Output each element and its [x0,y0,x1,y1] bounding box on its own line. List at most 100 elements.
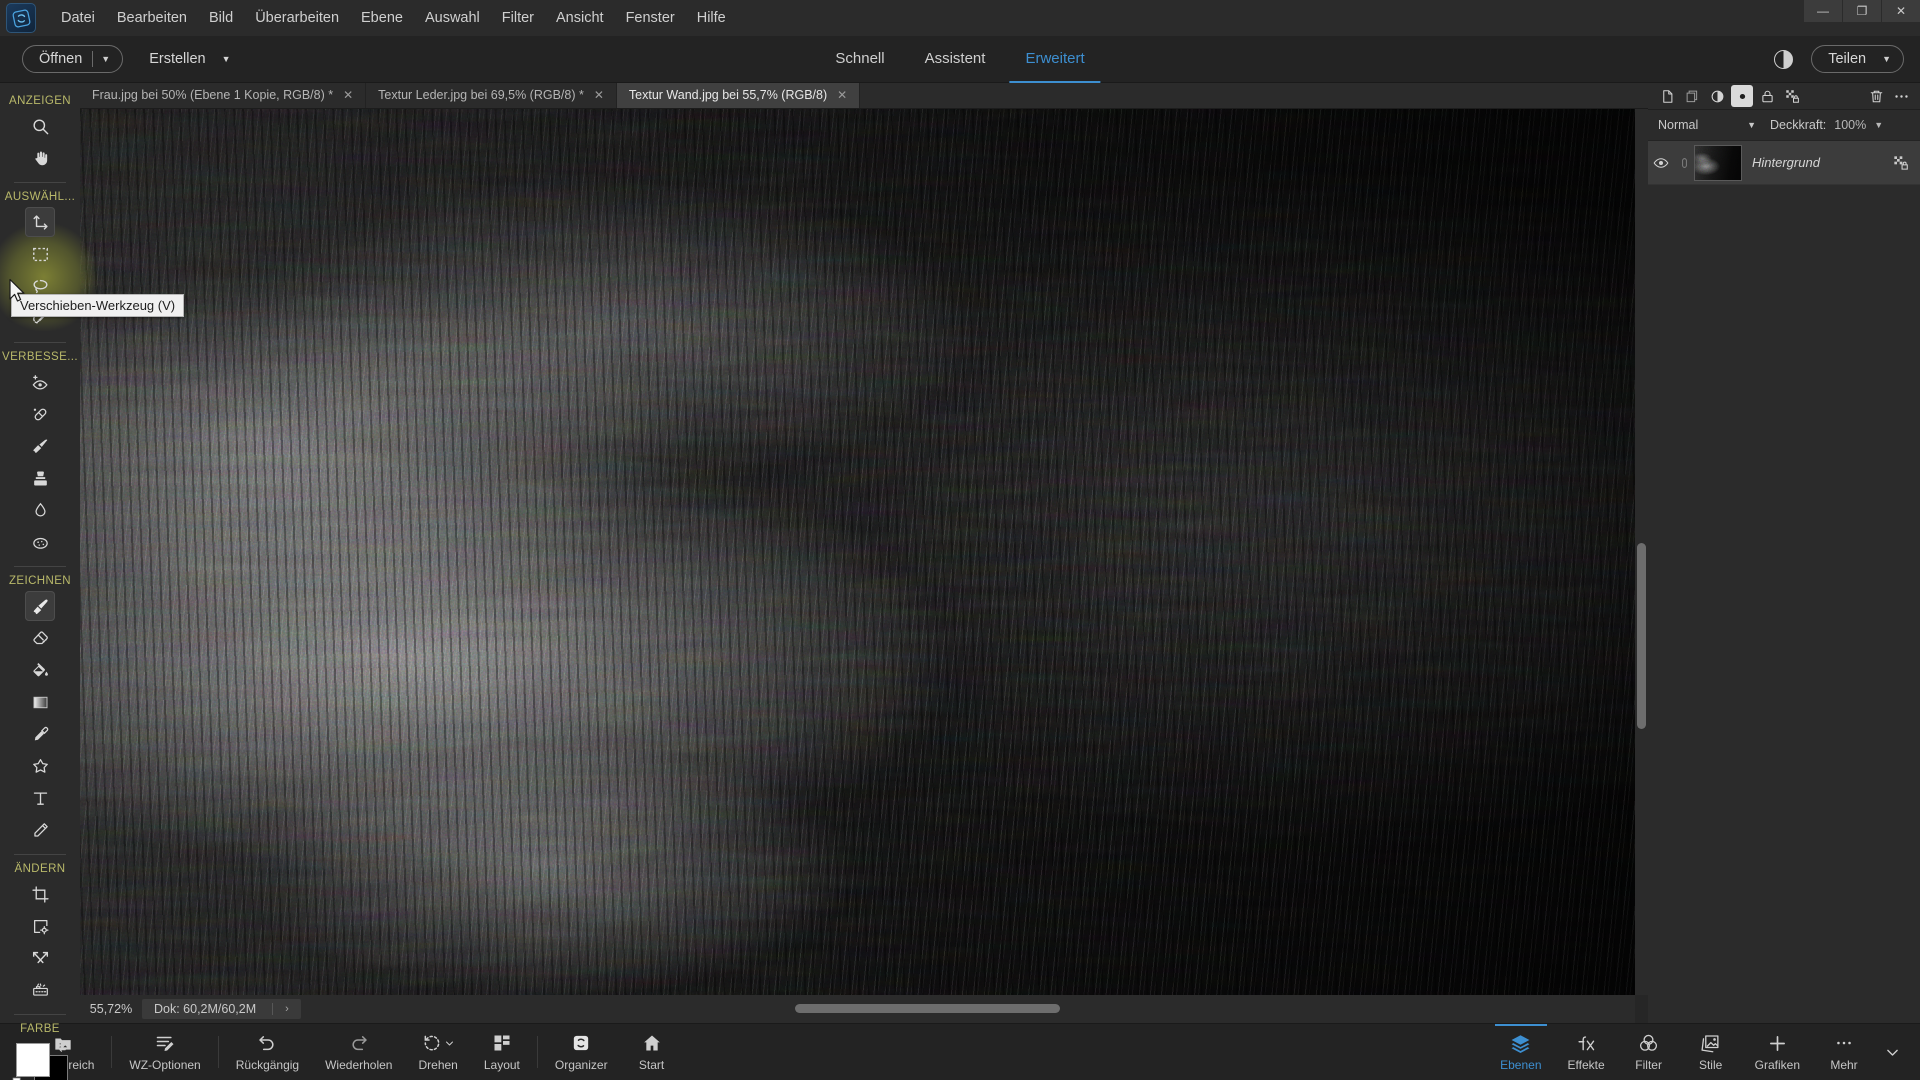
straighten-tool[interactable] [25,975,55,1005]
menu-auswahl[interactable]: Auswahl [414,4,491,32]
rectangular-marquee-tool[interactable] [25,239,55,269]
tools-group-anzeigen [0,111,80,173]
clone-stamp-tool[interactable] [25,463,55,493]
layer-thumbnail[interactable] [1694,144,1742,181]
brush-tool[interactable] [25,591,55,621]
close-button[interactable]: ✕ [1881,0,1920,22]
taskbar-item-drehen[interactable]: Drehen [405,1024,470,1080]
menu-filter[interactable]: Filter [491,4,545,32]
hand-tool[interactable] [25,143,55,173]
blend-mode-select[interactable]: Normal ▼ [1658,118,1756,132]
taskbar-item-grafiken[interactable]: Grafiken [1742,1024,1813,1080]
red-eye-removal-tool[interactable] [25,367,55,397]
duplicate-layer-icon[interactable] [1681,85,1703,107]
vertical-scrollbar-thumb[interactable] [1637,543,1646,730]
tools-divider [14,342,66,343]
taskbar-item-wz-optionen[interactable]: WZ-Optionen [116,1024,213,1080]
document-info[interactable]: Dok: 60,2M/60,2M › [142,999,301,1019]
taskbar-item-mehr[interactable]: Mehr [1813,1024,1875,1080]
menu-ebene[interactable]: Ebene [350,4,414,32]
layer-name[interactable]: Hintergrund [1752,155,1890,170]
close-icon[interactable]: ✕ [343,88,353,102]
lock-layer-icon[interactable] [1756,85,1778,107]
gradient-tool[interactable] [25,687,55,717]
half-moon-icon[interactable] [1774,49,1794,69]
main-area: ANZEIGEN AUSWÄHL... VERBESSE... ZEICHNEN… [0,82,1920,1080]
close-icon[interactable]: ✕ [594,88,604,102]
chevron-down-icon[interactable]: ▼ [93,54,122,64]
blend-mode-value: Normal [1658,118,1699,132]
layer-visibility-icon[interactable] [1648,155,1674,171]
document-tab-textur-wand[interactable]: Textur Wand.jpg bei 55,7% (RGB/8) ✕ [616,82,861,108]
close-icon[interactable]: ✕ [837,88,847,102]
create-button[interactable]: Erstellen ▼ [149,51,230,67]
paint-bucket-tool[interactable] [25,655,55,685]
open-button[interactable]: Öffnen ▼ [22,45,124,73]
new-layer-icon[interactable] [1656,85,1678,107]
share-button[interactable]: Teilen ▼ [1811,45,1904,73]
vertical-scrollbar[interactable] [1635,109,1648,995]
maximize-button[interactable]: ❐ [1842,0,1881,22]
delete-layer-icon[interactable] [1865,85,1887,107]
styles-icon [1700,1032,1721,1054]
undo-icon [257,1032,277,1054]
color-picker-tool[interactable] [25,719,55,749]
lock-transparency-icon[interactable] [1781,85,1803,107]
layer-mask-icon[interactable] [1731,85,1753,107]
eraser-tool[interactable] [25,623,55,653]
tools-group-verbessern [0,367,80,557]
blur-tool[interactable] [25,495,55,525]
document-tab-frau[interactable]: Frau.jpg bei 50% (Ebene 1 Kopie, RGB/8) … [80,82,367,108]
zoom-level[interactable]: 55,72% [80,995,142,1023]
taskbar-item-stile[interactable]: Stile [1680,1024,1742,1080]
taskbar-item-filter[interactable]: Filter [1618,1024,1680,1080]
taskbar-item-ebenen[interactable]: Ebenen [1487,1024,1554,1080]
type-tool[interactable] [25,783,55,813]
taskbar-item-effekte[interactable]: Effekte [1555,1024,1618,1080]
horizontal-scrollbar-thumb[interactable] [795,1004,1060,1013]
layers-panel: Normal ▼ Deckkraft: 100% ▼ Hintergrund [1648,83,1920,1023]
taskbar-item-start[interactable]: Start [621,1024,683,1080]
tab-erweitert[interactable]: Erweitert [1009,36,1101,83]
more-options-icon[interactable] [1890,85,1912,107]
menu-bearbeiten[interactable]: Bearbeiten [106,4,198,32]
zoom-tool[interactable] [25,111,55,141]
move-tool[interactable] [25,207,55,237]
pencil-tool[interactable] [25,815,55,845]
chevron-down-icon: ▼ [1882,54,1891,64]
adjustment-layer-icon[interactable] [1706,85,1728,107]
layer-link-icon[interactable] [1674,156,1694,170]
minimize-button[interactable]: — [1803,0,1842,22]
menu-fenster[interactable]: Fenster [615,4,686,32]
layer-row[interactable]: Hintergrund [1648,141,1920,185]
crop-tool[interactable] [25,879,55,909]
recompose-tool[interactable] [25,911,55,941]
menu-datei[interactable]: Datei [50,4,106,32]
chevron-right-icon[interactable]: › [272,1003,289,1015]
smart-brush-tool[interactable] [25,431,55,461]
tab-schnell[interactable]: Schnell [819,36,900,83]
taskbar-collapse-button[interactable] [1875,1024,1910,1080]
document-tab-textur-leder[interactable]: Textur Leder.jpg bei 69,5% (RGB/8) * ✕ [366,82,617,108]
image-canvas[interactable] [80,109,1635,995]
menu-ansicht[interactable]: Ansicht [545,4,615,32]
swap-colors-icon[interactable] [55,1041,68,1057]
taskbar-item-organizer[interactable]: Organizer [542,1024,621,1080]
fx-icon [1576,1032,1597,1054]
taskbar-item-wiederholen[interactable]: Wiederholen [312,1024,405,1080]
tab-assistent[interactable]: Assistent [909,36,1002,83]
custom-shape-tool[interactable] [25,751,55,781]
tools-divider [14,1014,66,1015]
menu-bild[interactable]: Bild [198,4,244,32]
foreground-color-swatch[interactable] [16,1043,50,1077]
taskbar-item-rueckgaengig[interactable]: Rückgängig [223,1024,312,1080]
spot-healing-brush-tool[interactable] [25,399,55,429]
opacity-value[interactable]: 100% [1834,118,1866,132]
taskbar-item-layout[interactable]: Layout [471,1024,533,1080]
sponge-tool[interactable] [25,527,55,557]
menu-ueberarbeiten[interactable]: Überarbeiten [244,4,350,32]
content-aware-move-tool[interactable] [25,943,55,973]
chevron-down-icon[interactable]: ▼ [1874,120,1883,130]
menu-hilfe[interactable]: Hilfe [686,4,737,32]
horizontal-scrollbar[interactable] [80,995,1635,1023]
